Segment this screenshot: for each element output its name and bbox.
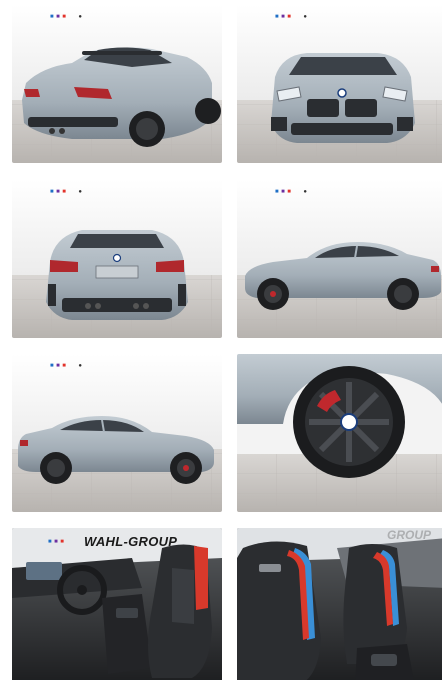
- dealer-watermark-text: WAHL-GROUP: [84, 534, 178, 549]
- gallery-photo-rear[interactable]: ■ ■ ■ ●: [12, 180, 222, 338]
- car-wheel-detail-image: [237, 354, 442, 512]
- gallery-photo-interior-seats-detail[interactable]: GROUP: [237, 528, 442, 680]
- car-front-image: [237, 5, 442, 163]
- gallery-photo-side-right[interactable]: ■ ■ ■ ●: [237, 180, 442, 338]
- car-interior-front-image: [12, 528, 222, 680]
- watermark-logo-icon: ■ ■ ■ ●: [50, 14, 83, 20]
- watermark-logo-icon: ■ ■ ■ ●: [50, 189, 83, 195]
- gallery-photo-side-left[interactable]: ■ ■ ■ ●: [12, 354, 222, 512]
- car-rear-image: [12, 180, 222, 338]
- dealer-watermark-text: GROUP: [387, 528, 432, 542]
- watermark-logo-icon: ■ ■ ■ ●: [275, 189, 308, 195]
- gallery-photo-front[interactable]: ■ ■ ■ ●: [237, 5, 442, 163]
- watermark-logo-icon: ■ ■ ■ ●: [275, 14, 308, 20]
- car-side-left-image: [12, 354, 222, 512]
- gallery-photo-wheel-detail[interactable]: [237, 354, 442, 512]
- watermark-logo-icon: ■ ■ ■: [48, 539, 65, 545]
- image-gallery: ■ ■ ■ ● ■ ■ ■ ● ■ ■ ■ ● ■ ■ ■ ● ■ ■ ■ ● …: [0, 0, 442, 680]
- car-rear-three-quarter-image: [12, 5, 222, 163]
- gallery-photo-rear-three-quarter[interactable]: ■ ■ ■ ●: [12, 5, 222, 163]
- gallery-photo-interior-front-seats[interactable]: WAHL-GROUP ■ ■ ■: [12, 528, 222, 680]
- car-side-right-image: [237, 180, 442, 338]
- car-interior-seats-image: [237, 528, 442, 680]
- watermark-logo-icon: ■ ■ ■ ●: [50, 363, 83, 369]
